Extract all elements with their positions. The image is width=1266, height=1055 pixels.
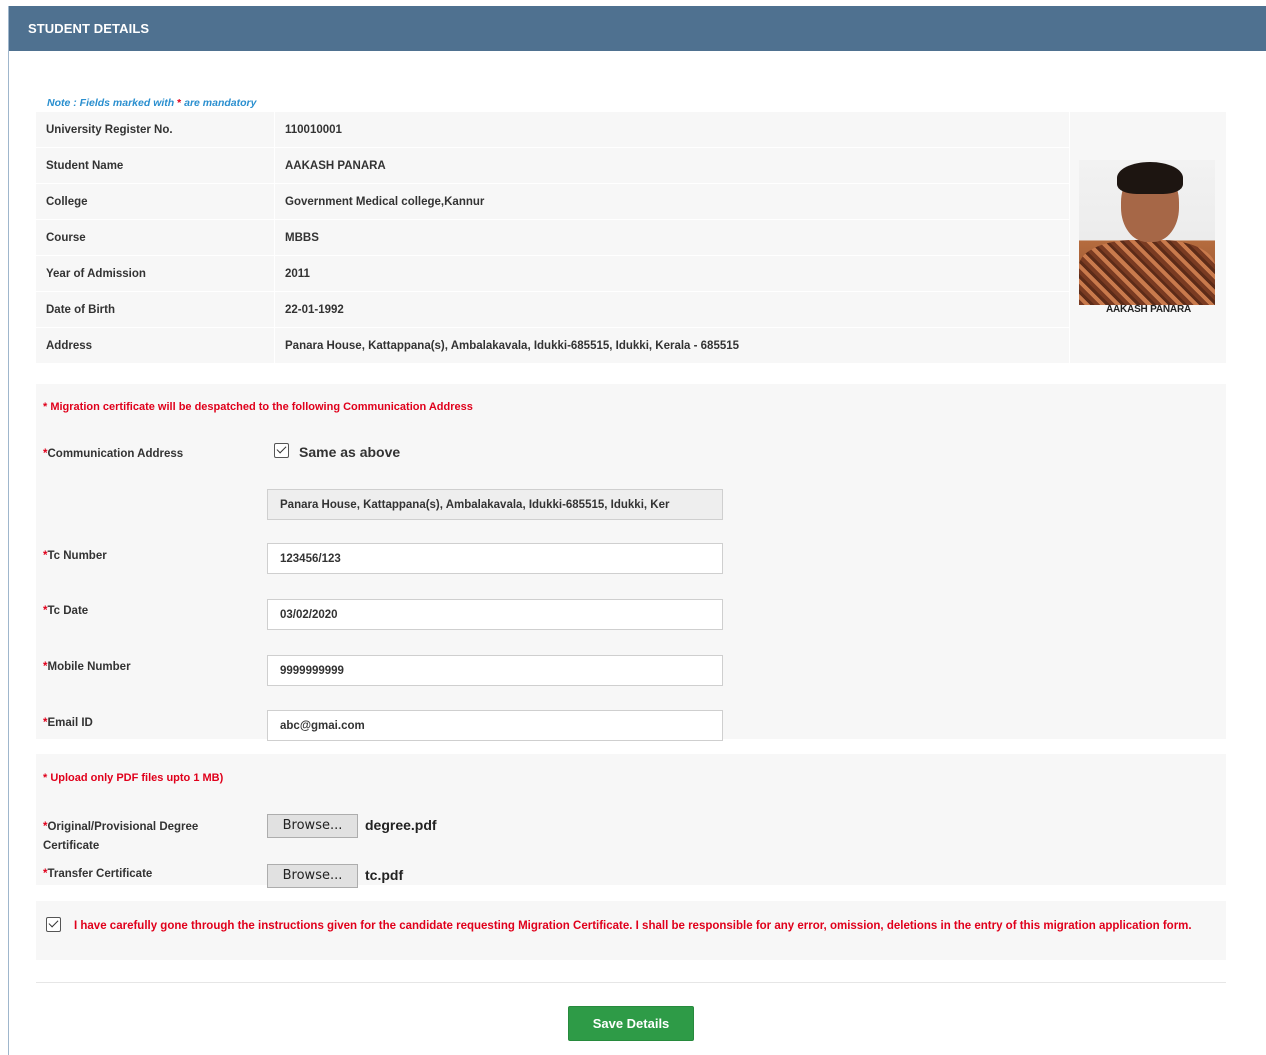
- email-label: *Email ID: [43, 717, 93, 729]
- detail-row-register-no: University Register No. 110010001: [36, 112, 1069, 148]
- communication-address-field: Panara House, Kattappana(s), Ambalakaval…: [267, 489, 723, 520]
- tc-number-label: *Tc Number: [43, 550, 107, 562]
- communication-note: * Migration certificate will be despatch…: [43, 401, 473, 413]
- detail-value: 2011: [285, 268, 310, 280]
- mobile-number-input[interactable]: 9999999999: [267, 655, 723, 686]
- detail-label: University Register No.: [46, 124, 173, 136]
- detail-label: Date of Birth: [46, 304, 115, 316]
- detail-row-student-name: Student Name AAKASH PANARA: [36, 148, 1069, 184]
- detail-value: Panara House, Kattappana(s), Ambalakaval…: [285, 340, 740, 352]
- detail-label: Course: [46, 232, 86, 244]
- degree-file-name: degree.pdf: [365, 817, 437, 833]
- tc-date-label: *Tc Date: [43, 605, 89, 617]
- detail-row-date-of-birth: Date of Birth 22-01-1992: [36, 292, 1069, 328]
- upload-section: * Upload only PDF files upto 1 MB) *Orig…: [36, 754, 1226, 888]
- mandatory-note: Note : Fields marked with * are mandator…: [47, 97, 256, 109]
- declaration-section: I have carefully gone through the instru…: [36, 901, 1226, 960]
- degree-browse-button[interactable]: Browse...: [267, 814, 358, 838]
- tc-date-input[interactable]: 03/02/2020: [267, 599, 723, 630]
- transfer-certificate-label: *Transfer Certificate: [43, 868, 153, 880]
- detail-row-college: College Government Medical college,Kannu…: [36, 184, 1069, 220]
- mobile-number-label: *Mobile Number: [43, 661, 131, 673]
- detail-value: AAKASH PANARA: [285, 160, 386, 172]
- same-as-above-checkbox[interactable]: [274, 443, 289, 458]
- email-input[interactable]: abc@gmai.com: [267, 710, 723, 741]
- upload-note: * Upload only PDF files upto 1 MB): [43, 772, 224, 784]
- student-photo: [1079, 160, 1215, 305]
- note-prefix: Note : Fields marked with: [47, 97, 178, 109]
- tc-browse-button[interactable]: Browse...: [267, 864, 358, 888]
- note-suffix: are mandatory: [181, 97, 257, 109]
- communication-address-label: *Communication Address: [43, 448, 184, 460]
- photo-caption: AAKASH PANARA: [1106, 304, 1191, 315]
- communication-section: * Migration certificate will be despatch…: [36, 384, 1226, 741]
- tc-file-name: tc.pdf: [365, 867, 404, 883]
- detail-value: MBBS: [285, 232, 319, 244]
- declaration-text: I have carefully gone through the instru…: [74, 920, 1192, 932]
- photo-column: AAKASH PANARA: [1069, 112, 1226, 363]
- student-details-table: University Register No. 110010001 Studen…: [36, 112, 1226, 364]
- detail-row-year-of-admission: Year of Admission 2011: [36, 256, 1069, 292]
- detail-row-address: Address Panara House, Kattappana(s), Amb…: [36, 328, 1069, 364]
- detail-label: College: [46, 196, 88, 208]
- degree-certificate-label: *Original/Provisional Degree Certificate: [43, 821, 199, 852]
- detail-label: Student Name: [46, 160, 124, 172]
- divider: [36, 982, 1226, 983]
- detail-value: 22-01-1992: [285, 304, 344, 316]
- detail-value: Government Medical college,Kannur: [285, 196, 485, 208]
- tc-number-input[interactable]: 123456/123: [267, 543, 723, 574]
- detail-label: Address: [46, 340, 93, 352]
- detail-row-course: Course MBBS: [36, 220, 1069, 256]
- detail-label: Year of Admission: [46, 268, 146, 280]
- panel-title: STUDENT DETAILS: [9, 6, 1266, 51]
- save-details-button[interactable]: Save Details: [568, 1006, 694, 1041]
- same-as-above-label[interactable]: Same as above: [299, 444, 400, 460]
- detail-value: 110010001: [285, 124, 342, 136]
